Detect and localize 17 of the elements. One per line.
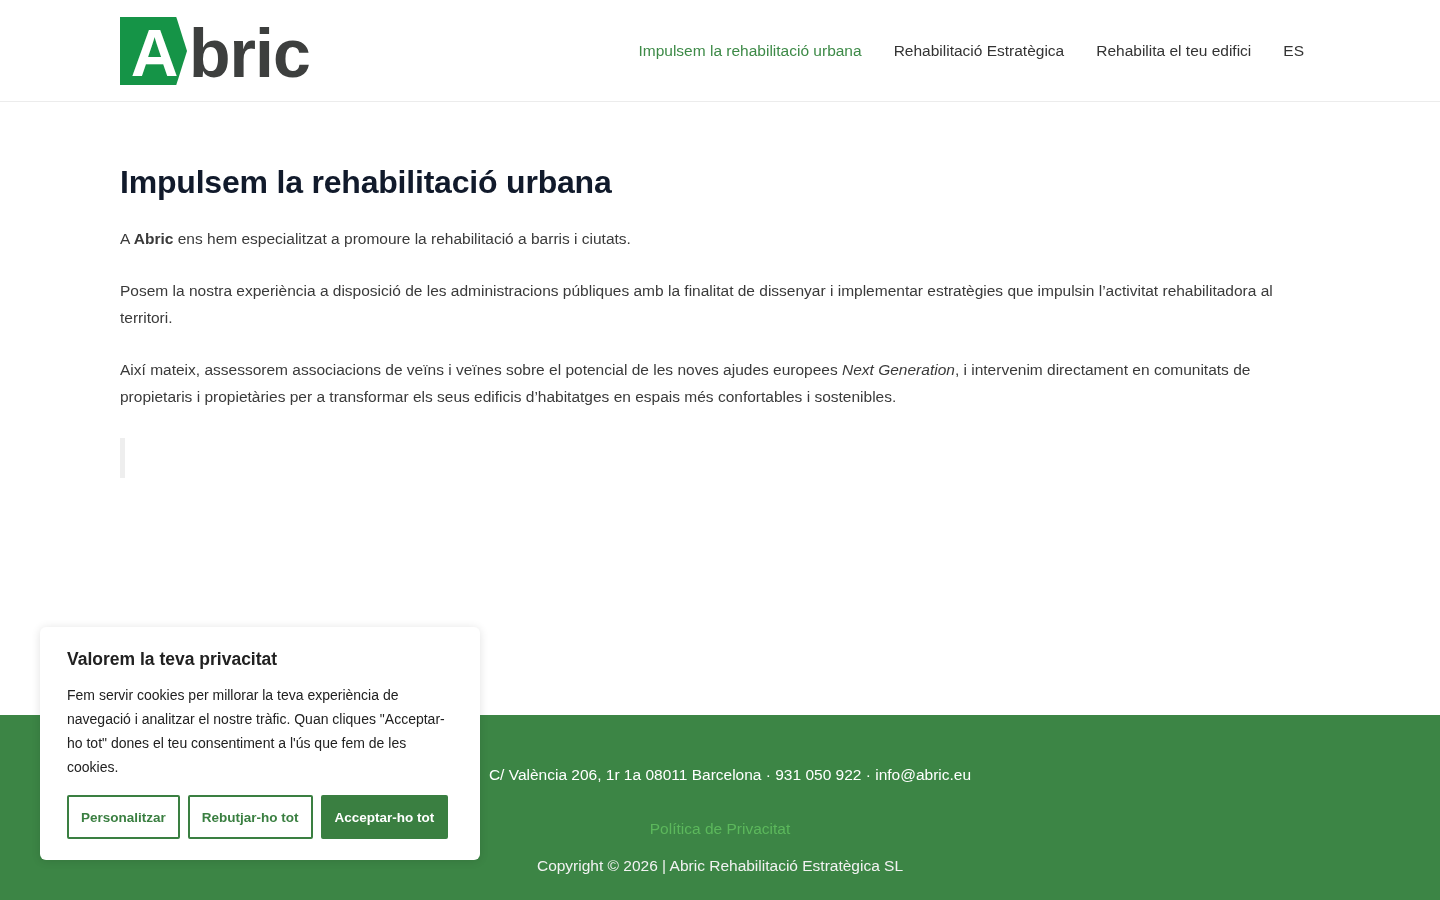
logo-text[interactable]: bric xyxy=(189,15,310,87)
banner-title: Valorem la teva privacitat xyxy=(67,648,279,671)
nav-link[interactable]: Rehabilitació Estratègica xyxy=(893,40,1065,61)
cookie-button[interactable]: Acceptar-ho tot xyxy=(320,795,449,839)
nav-link[interactable]: Impulsem la rehabilitació urbana xyxy=(638,40,862,61)
copyright: Copyright © 2026 | Abric Rehabilitació Estratègica SL xyxy=(536,856,904,876)
paragraph: Així mateix, assessorem associacions de veïns i veïnes sobre el potencial de les noves ajudes europees Next Generation, i intervenim directament en comunitats de propietaris i propietàries per a transformar els seus edificis d’habitatges en espais més confortables i sostenibles. xyxy=(120,360,1252,407)
cookie-button[interactable]: Rebutjar-ho tot xyxy=(187,795,313,839)
page-title: Impulsem la rehabilitació urbana xyxy=(120,163,613,202)
footer-address: C/ València 206, 1r 1a 08011 Barcelona · 931 050 922 · info@abric.eu xyxy=(487,765,972,785)
paragraph: A Abric ens hem especialitzat a promoure la rehabilitació a barris i ciutats. xyxy=(120,229,632,249)
logo-mark[interactable]: A xyxy=(120,17,187,85)
nav-link[interactable]: Rehabilita el teu edifici xyxy=(1096,40,1252,61)
cookie-button[interactable]: Personalitzar xyxy=(67,795,180,839)
nav-link[interactable]: ES xyxy=(1283,40,1304,61)
banner-text: Fem servir cookies per millorar la teva experiència de navegació i analitzar el nostre tràfic. Quan cliques "Acceptar-ho tot" dones el teu consentiment a l'ús que fem de les cookies. xyxy=(67,686,446,777)
paragraph: Posem la nostra experiència a disposició de les administracions públiques amb la finalitat de dissenyar i implementar estratègies que impulsin l’activitat rehabilitadora al territori. xyxy=(120,281,1274,328)
